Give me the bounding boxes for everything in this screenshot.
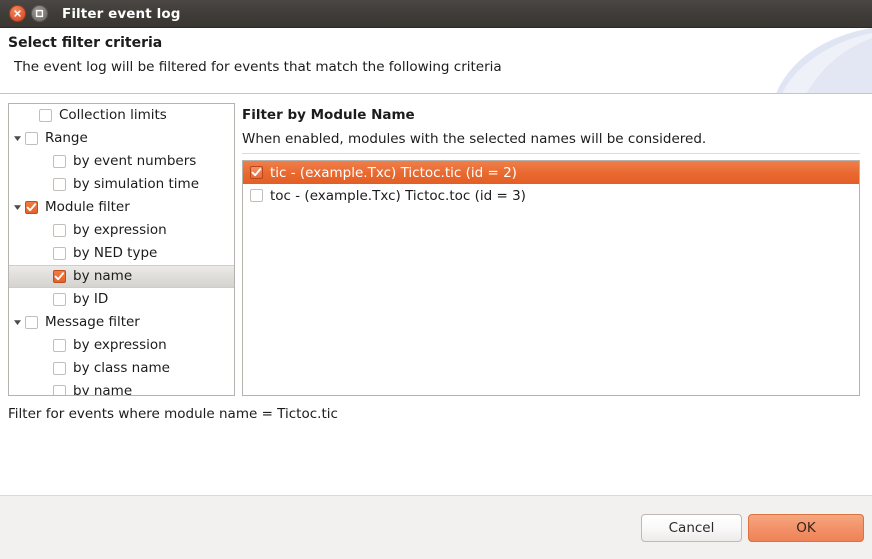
tree-item-label: by name — [73, 382, 133, 396]
tree-item-by-simulation-time[interactable]: by simulation time — [9, 173, 234, 196]
checkbox-unchecked-icon[interactable] — [25, 316, 38, 329]
tree-item-label: Message filter — [45, 313, 140, 330]
checkbox-checked-icon[interactable] — [250, 166, 263, 179]
cancel-button[interactable]: Cancel — [641, 514, 742, 542]
tree-item-by-expression[interactable]: by expression — [9, 334, 234, 357]
checkbox-unchecked-icon[interactable] — [53, 385, 66, 395]
tree-item-label: by ID — [73, 290, 109, 307]
detail-separator — [242, 153, 860, 154]
status-message: Filter for events where module name = Ti… — [8, 406, 338, 422]
filter-event-log-dialog: Filter event log Select filter criteria … — [0, 0, 872, 559]
dialog-button-bar: Cancel OK — [0, 495, 872, 559]
tree-item-collection-limits[interactable]: Collection limits — [9, 104, 234, 127]
checkbox-checked-icon[interactable] — [53, 270, 66, 283]
tree-item-by-event-numbers[interactable]: by event numbers — [9, 150, 234, 173]
filter-criteria-tree[interactable]: Collection limits Range by event numbers by… — [8, 103, 235, 396]
module-list-label: tic - (example.Txc) Tictoc.tic (id = 2) — [270, 164, 517, 181]
detail-group-description: When enabled, modules with the selected … — [242, 131, 707, 147]
checkbox-unchecked-icon[interactable] — [53, 362, 66, 375]
tree-item-label: Range — [45, 129, 88, 146]
maximize-icon[interactable] — [31, 5, 48, 22]
window-title: Filter event log — [62, 5, 181, 22]
checkbox-unchecked-icon[interactable] — [53, 247, 66, 260]
page-description: The event log will be filtered for event… — [14, 59, 502, 75]
checkbox-unchecked-icon[interactable] — [53, 155, 66, 168]
tree-item-range[interactable]: Range — [9, 127, 234, 150]
window-titlebar: Filter event log — [0, 0, 872, 28]
tree-item-label: Collection limits — [59, 106, 167, 123]
ok-button[interactable]: OK — [748, 514, 864, 542]
page-title: Select filter criteria — [8, 35, 163, 51]
tree-item-label: by expression — [73, 336, 167, 353]
banner-decoration-icon — [776, 28, 872, 93]
checkbox-unchecked-icon[interactable] — [53, 178, 66, 191]
tree-item-message-filter[interactable]: Message filter — [9, 311, 234, 334]
tree-item-by-class-name[interactable]: by class name — [9, 357, 234, 380]
expand-arrow-icon[interactable] — [9, 318, 25, 327]
module-list-row[interactable]: toc - (example.Txc) Tictoc.toc (id = 3) — [243, 184, 859, 207]
checkbox-unchecked-icon[interactable] — [25, 132, 38, 145]
tree-item-by-name[interactable]: by name — [9, 265, 234, 288]
tree-item-label: by class name — [73, 359, 170, 376]
tree-item-module-filter[interactable]: Module filter — [9, 196, 234, 219]
checkbox-unchecked-icon[interactable] — [53, 293, 66, 306]
close-icon[interactable] — [9, 5, 26, 22]
detail-pane: Filter by Module Name When enabled, modu… — [242, 103, 860, 396]
tree-item-by-name[interactable]: by name — [9, 380, 234, 396]
tree-item-label: by event numbers — [73, 152, 197, 169]
tree-item-by-ned-type[interactable]: by NED type — [9, 242, 234, 265]
module-list-row[interactable]: tic - (example.Txc) Tictoc.tic (id = 2) — [243, 161, 859, 184]
dialog-header: Select filter criteria The event log wil… — [0, 28, 872, 94]
module-list-label: toc - (example.Txc) Tictoc.toc (id = 3) — [270, 187, 526, 204]
checkbox-unchecked-icon[interactable] — [39, 109, 52, 122]
checkbox-unchecked-icon[interactable] — [53, 339, 66, 352]
checkbox-unchecked-icon[interactable] — [53, 224, 66, 237]
tree-item-label: by NED type — [73, 244, 158, 261]
tree-item-by-id[interactable]: by ID — [9, 288, 234, 311]
detail-group-title: Filter by Module Name — [242, 107, 415, 123]
expand-arrow-icon[interactable] — [9, 203, 25, 212]
checkbox-checked-icon[interactable] — [25, 201, 38, 214]
tree-item-label: by simulation time — [73, 175, 200, 192]
window-controls — [9, 5, 48, 22]
dialog-body: Collection limits Range by event numbers by… — [0, 95, 872, 495]
tree-item-label: by expression — [73, 221, 167, 238]
tree-item-label: by name — [73, 267, 133, 284]
tree-item-label: Module filter — [45, 198, 130, 215]
tree-item-by-expression[interactable]: by expression — [9, 219, 234, 242]
module-name-list[interactable]: tic - (example.Txc) Tictoc.tic (id = 2) t… — [242, 160, 860, 396]
checkbox-unchecked-icon[interactable] — [250, 189, 263, 202]
expand-arrow-icon[interactable] — [9, 134, 25, 143]
